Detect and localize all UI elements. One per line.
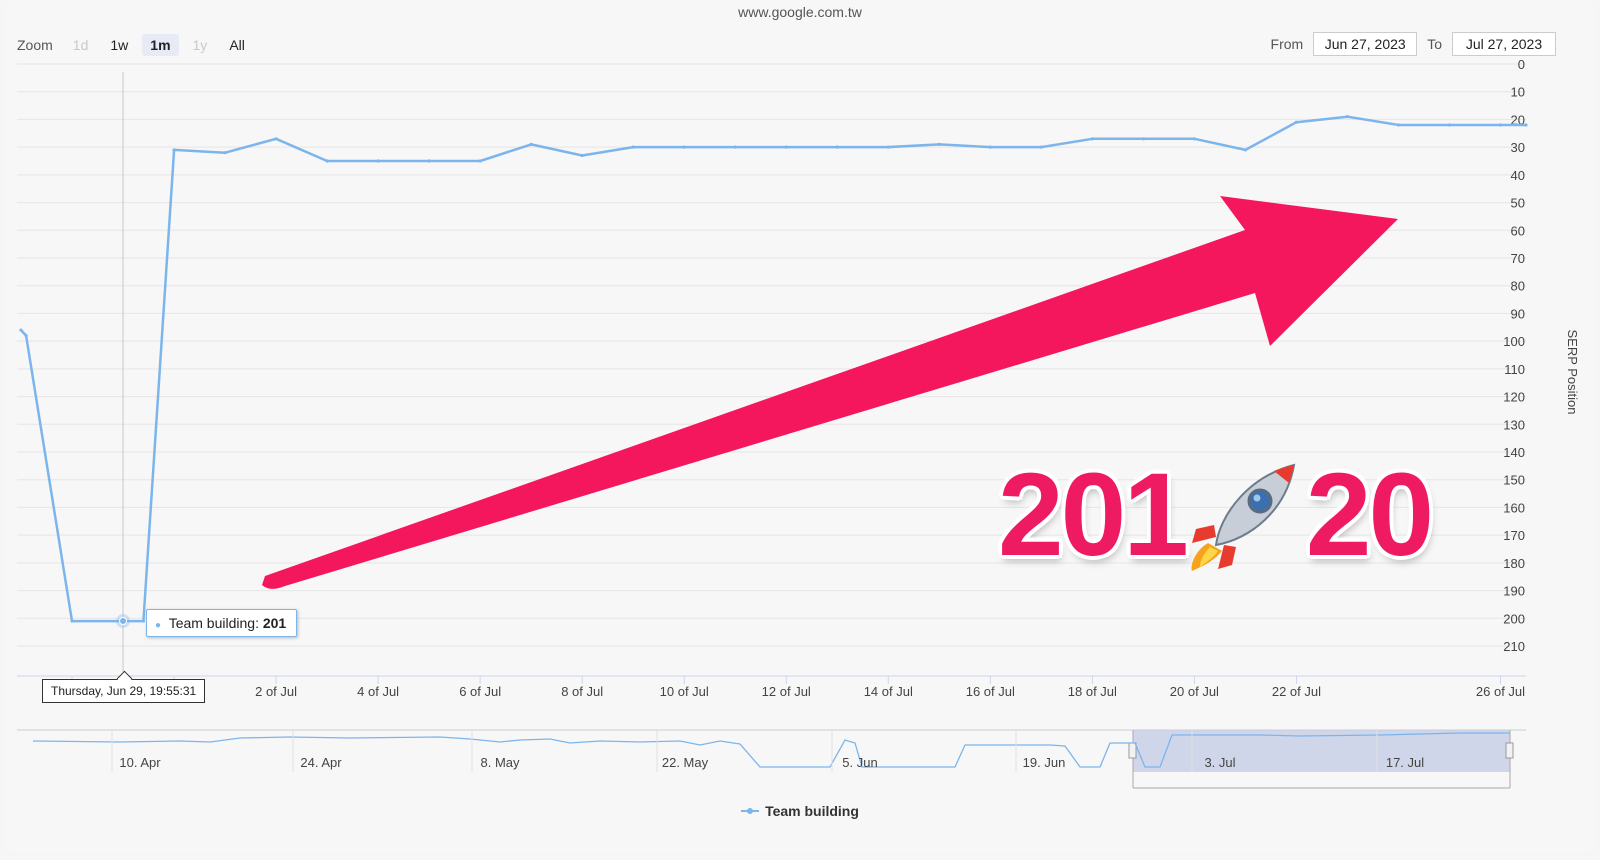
data-point[interactable]	[886, 145, 890, 149]
serp-chart: 0 10 20 30 40 50 60 70 80 90 100 110 120 130 140 150 160…	[17, 57, 1580, 789]
navigator-tick-label: 17. Jul	[1386, 755, 1424, 770]
tooltip-series-name: Team building	[168, 615, 256, 631]
y-tick-label: 60	[1511, 223, 1525, 238]
data-point[interactable]	[1447, 123, 1452, 127]
y-tick-label: 90	[1511, 306, 1525, 321]
data-point[interactable]	[784, 145, 788, 149]
x-axis-ticks: 28 of Jun30 of Jun2 of Jul4 of Jul6 of J…	[45, 676, 1525, 699]
rocket-icon	[1191, 463, 1296, 571]
y-tick-label: 180	[1503, 556, 1525, 571]
data-point[interactable]	[1243, 148, 1248, 152]
data-point[interactable]	[1294, 120, 1299, 124]
legend-marker	[741, 808, 760, 814]
y-tick-label: 100	[1503, 334, 1525, 349]
navigator-left-handle[interactable]	[1128, 742, 1137, 759]
y-tick-label: 80	[1511, 279, 1525, 294]
data-point[interactable]	[529, 142, 533, 146]
x-tick-label: 16 of Jul	[966, 684, 1015, 699]
x-tick-label: 6 of Jul	[459, 684, 501, 699]
data-point[interactable]	[1192, 137, 1196, 141]
x-tick-label: 22 of Jul	[1272, 684, 1321, 699]
data-point[interactable]	[1396, 123, 1401, 127]
data-point[interactable]	[1141, 137, 1145, 141]
y-tick-label: 210	[1503, 639, 1525, 654]
x-tick-label: 4 of Jul	[357, 684, 399, 699]
data-point[interactable]	[325, 159, 329, 163]
legend-series-name: Team building	[765, 803, 859, 819]
x-tick-label: 14 of Jul	[864, 684, 913, 699]
data-point[interactable]	[1090, 137, 1094, 141]
y-tick-label: 50	[1511, 196, 1525, 211]
x-tick-label: 2 of Jul	[255, 684, 297, 699]
x-tick-label: 18 of Jul	[1068, 684, 1117, 699]
navigator-tick-label: 19. Jun	[1023, 755, 1066, 770]
rank-to-number: 20	[1305, 449, 1434, 581]
data-point[interactable]	[427, 159, 431, 163]
hover-marker-dot	[119, 617, 128, 626]
y-tick-label: 10	[1511, 85, 1525, 100]
data-point[interactable]	[478, 159, 482, 163]
data-point[interactable]	[937, 142, 941, 146]
y-tick-label: 70	[1511, 251, 1525, 266]
y-tick-label: 30	[1511, 140, 1525, 155]
data-point[interactable]	[988, 145, 992, 149]
y-tick-label: 200	[1503, 611, 1525, 626]
series-tooltip: ● Team building: 201	[146, 609, 298, 637]
y-tick-label: 40	[1511, 168, 1525, 183]
y-tick-label: 140	[1503, 445, 1525, 460]
data-point[interactable]	[1039, 145, 1043, 149]
crosshair-date-label: Thursday, Jun 29, 19:55:31	[42, 679, 206, 703]
y-tick-label: 150	[1503, 473, 1525, 488]
tooltip-series-dot: ●	[155, 620, 162, 631]
data-point[interactable]	[19, 328, 23, 332]
x-tick-label: 10 of Jul	[660, 684, 709, 699]
x-tick-label: 8 of Jul	[561, 684, 603, 699]
rank-from-number: 201	[998, 449, 1189, 581]
data-point[interactable]	[24, 334, 28, 338]
y-axis-label: SERP Position	[1565, 329, 1580, 414]
data-point[interactable]	[682, 145, 686, 149]
y-tick-label: 160	[1503, 500, 1525, 515]
navigator-tick-label: 8. May	[480, 755, 520, 770]
data-point[interactable]	[1498, 123, 1503, 127]
data-point[interactable]	[141, 619, 146, 623]
data-point[interactable]	[1345, 115, 1350, 119]
chart-legend[interactable]: Team building	[0, 803, 1600, 819]
navigator-tick-label: 22. May	[662, 755, 709, 770]
data-point[interactable]	[70, 619, 74, 623]
y-tick-label: 130	[1503, 417, 1525, 432]
x-tick-label: 12 of Jul	[762, 684, 811, 699]
navigator[interactable]: 10. Apr 24. Apr 8. May 22. May 5. Jun 19. Jun…	[17, 729, 1526, 789]
navigator-tick-label: 5. Jun	[842, 755, 877, 770]
navigator-tick-label: 10. Apr	[119, 755, 161, 770]
data-point[interactable]	[835, 145, 839, 149]
navigator-tick-label: 3. Jul	[1204, 755, 1235, 770]
data-point[interactable]	[580, 153, 584, 158]
tooltip-value: 201	[262, 615, 287, 631]
data-point[interactable]	[631, 145, 635, 149]
y-tick-label: 170	[1503, 528, 1525, 543]
y-tick-label: 190	[1503, 584, 1525, 599]
data-point[interactable]	[223, 151, 227, 155]
x-tick-label: 26 of Jul	[1476, 684, 1525, 699]
navigator-tick-label: 24. Apr	[300, 755, 342, 770]
x-tick-label: 20 of Jul	[1170, 684, 1219, 699]
data-point[interactable]	[274, 137, 278, 141]
data-point[interactable]	[172, 148, 176, 152]
y-tick-label: 0	[1518, 57, 1525, 72]
data-point[interactable]	[1524, 123, 1528, 127]
y-tick-label: 110	[1504, 362, 1525, 377]
data-point[interactable]	[733, 145, 737, 149]
y-axis-ticks: 0102030405060708090100110120130140150160…	[1503, 57, 1525, 654]
rank-jump-overlay: 201 20	[998, 449, 1434, 581]
y-tick-label: 120	[1503, 390, 1525, 405]
navigator-right-handle[interactable]	[1505, 742, 1514, 759]
data-point[interactable]	[376, 159, 380, 163]
grid-lines	[17, 63, 1526, 677]
